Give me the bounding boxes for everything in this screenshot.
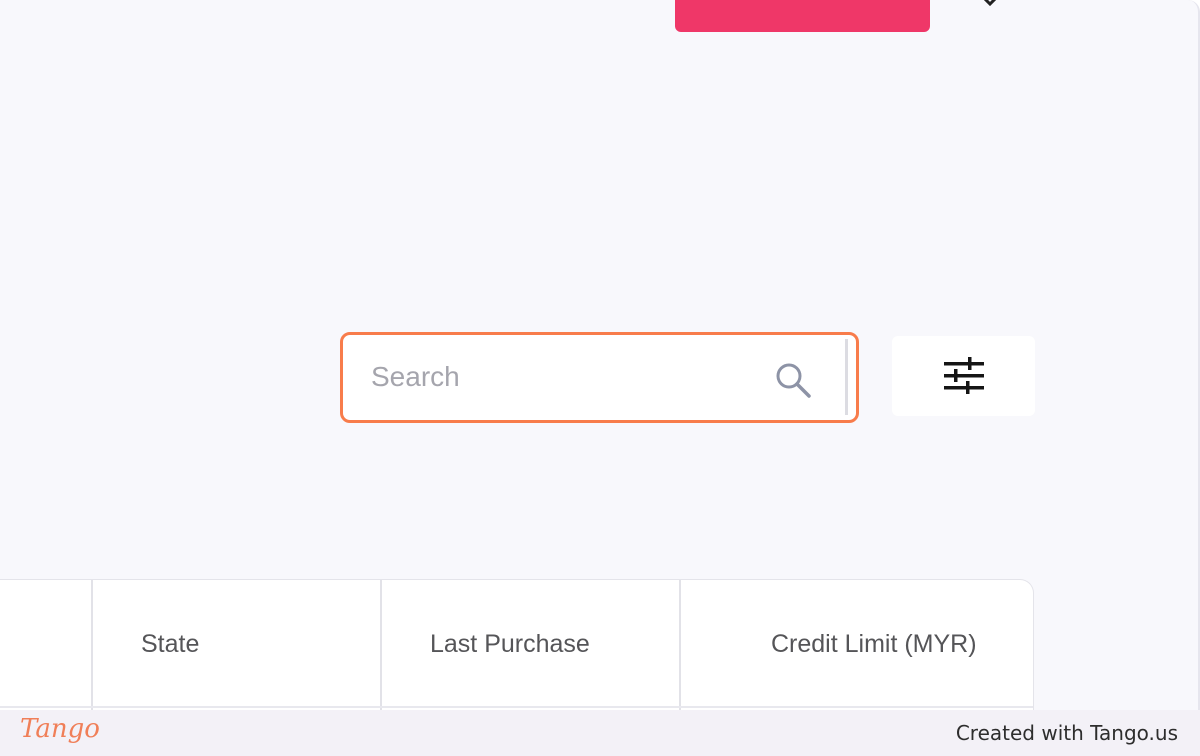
filter-button[interactable] — [892, 336, 1035, 416]
primary-action-button[interactable] — [675, 0, 930, 32]
footer-credit: Created with Tango.us — [955, 721, 1178, 745]
data-table: State Last Purchase Credit Limit (MYR) — [0, 579, 1034, 710]
column-label-last-purchase: Last Purchase — [430, 630, 590, 658]
sliders-icon — [944, 357, 984, 394]
table-column-header[interactable] — [0, 580, 92, 710]
column-label-credit-limit: Credit Limit (MYR) — [771, 630, 977, 658]
search-highlight — [340, 332, 859, 423]
search-icon[interactable] — [773, 360, 813, 400]
column-header-state[interactable]: State — [91, 580, 381, 710]
column-label-state: State — [141, 630, 200, 658]
tango-footer: Tango Created with Tango.us — [0, 710, 1200, 756]
chevron-down-icon[interactable] — [983, 0, 997, 6]
column-header-last-purchase[interactable]: Last Purchase — [380, 580, 680, 710]
column-header-credit-limit[interactable]: Credit Limit (MYR) — [679, 580, 1033, 710]
app-frame: State Last Purchase Credit Limit (MYR) — [0, 0, 1200, 710]
tango-logo: Tango — [20, 714, 100, 744]
search-divider — [845, 339, 848, 415]
header-divider — [0, 706, 1033, 708]
search-input[interactable] — [351, 341, 841, 413]
